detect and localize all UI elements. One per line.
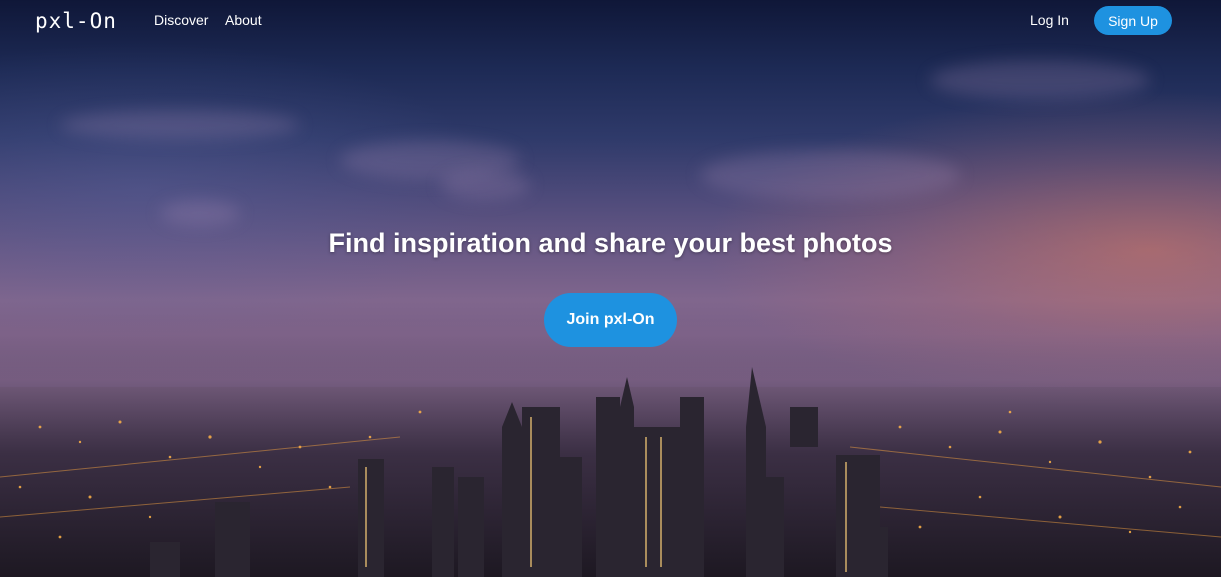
- sky-glow-left: [0, 40, 500, 340]
- cloud: [700, 150, 960, 200]
- cloud: [440, 170, 530, 200]
- logo[interactable]: pxl-On: [35, 9, 117, 33]
- hero-section: pxl-On Discover About Log In Sign Up Fin…: [0, 0, 1221, 577]
- cloud: [60, 110, 300, 140]
- signup-button[interactable]: Sign Up: [1094, 6, 1172, 35]
- join-button[interactable]: Join pxl-On: [544, 293, 677, 347]
- nav-link-about[interactable]: About: [225, 12, 262, 28]
- city-skyline: [0, 367, 1221, 577]
- login-link[interactable]: Log In: [1030, 12, 1069, 28]
- hero-headline: Find inspiration and share your best pho…: [328, 228, 893, 258]
- top-navigation: pxl-On Discover About Log In Sign Up: [0, 0, 1221, 42]
- cloud: [160, 200, 240, 226]
- nav-link-discover[interactable]: Discover: [154, 12, 208, 28]
- cloud: [930, 60, 1150, 100]
